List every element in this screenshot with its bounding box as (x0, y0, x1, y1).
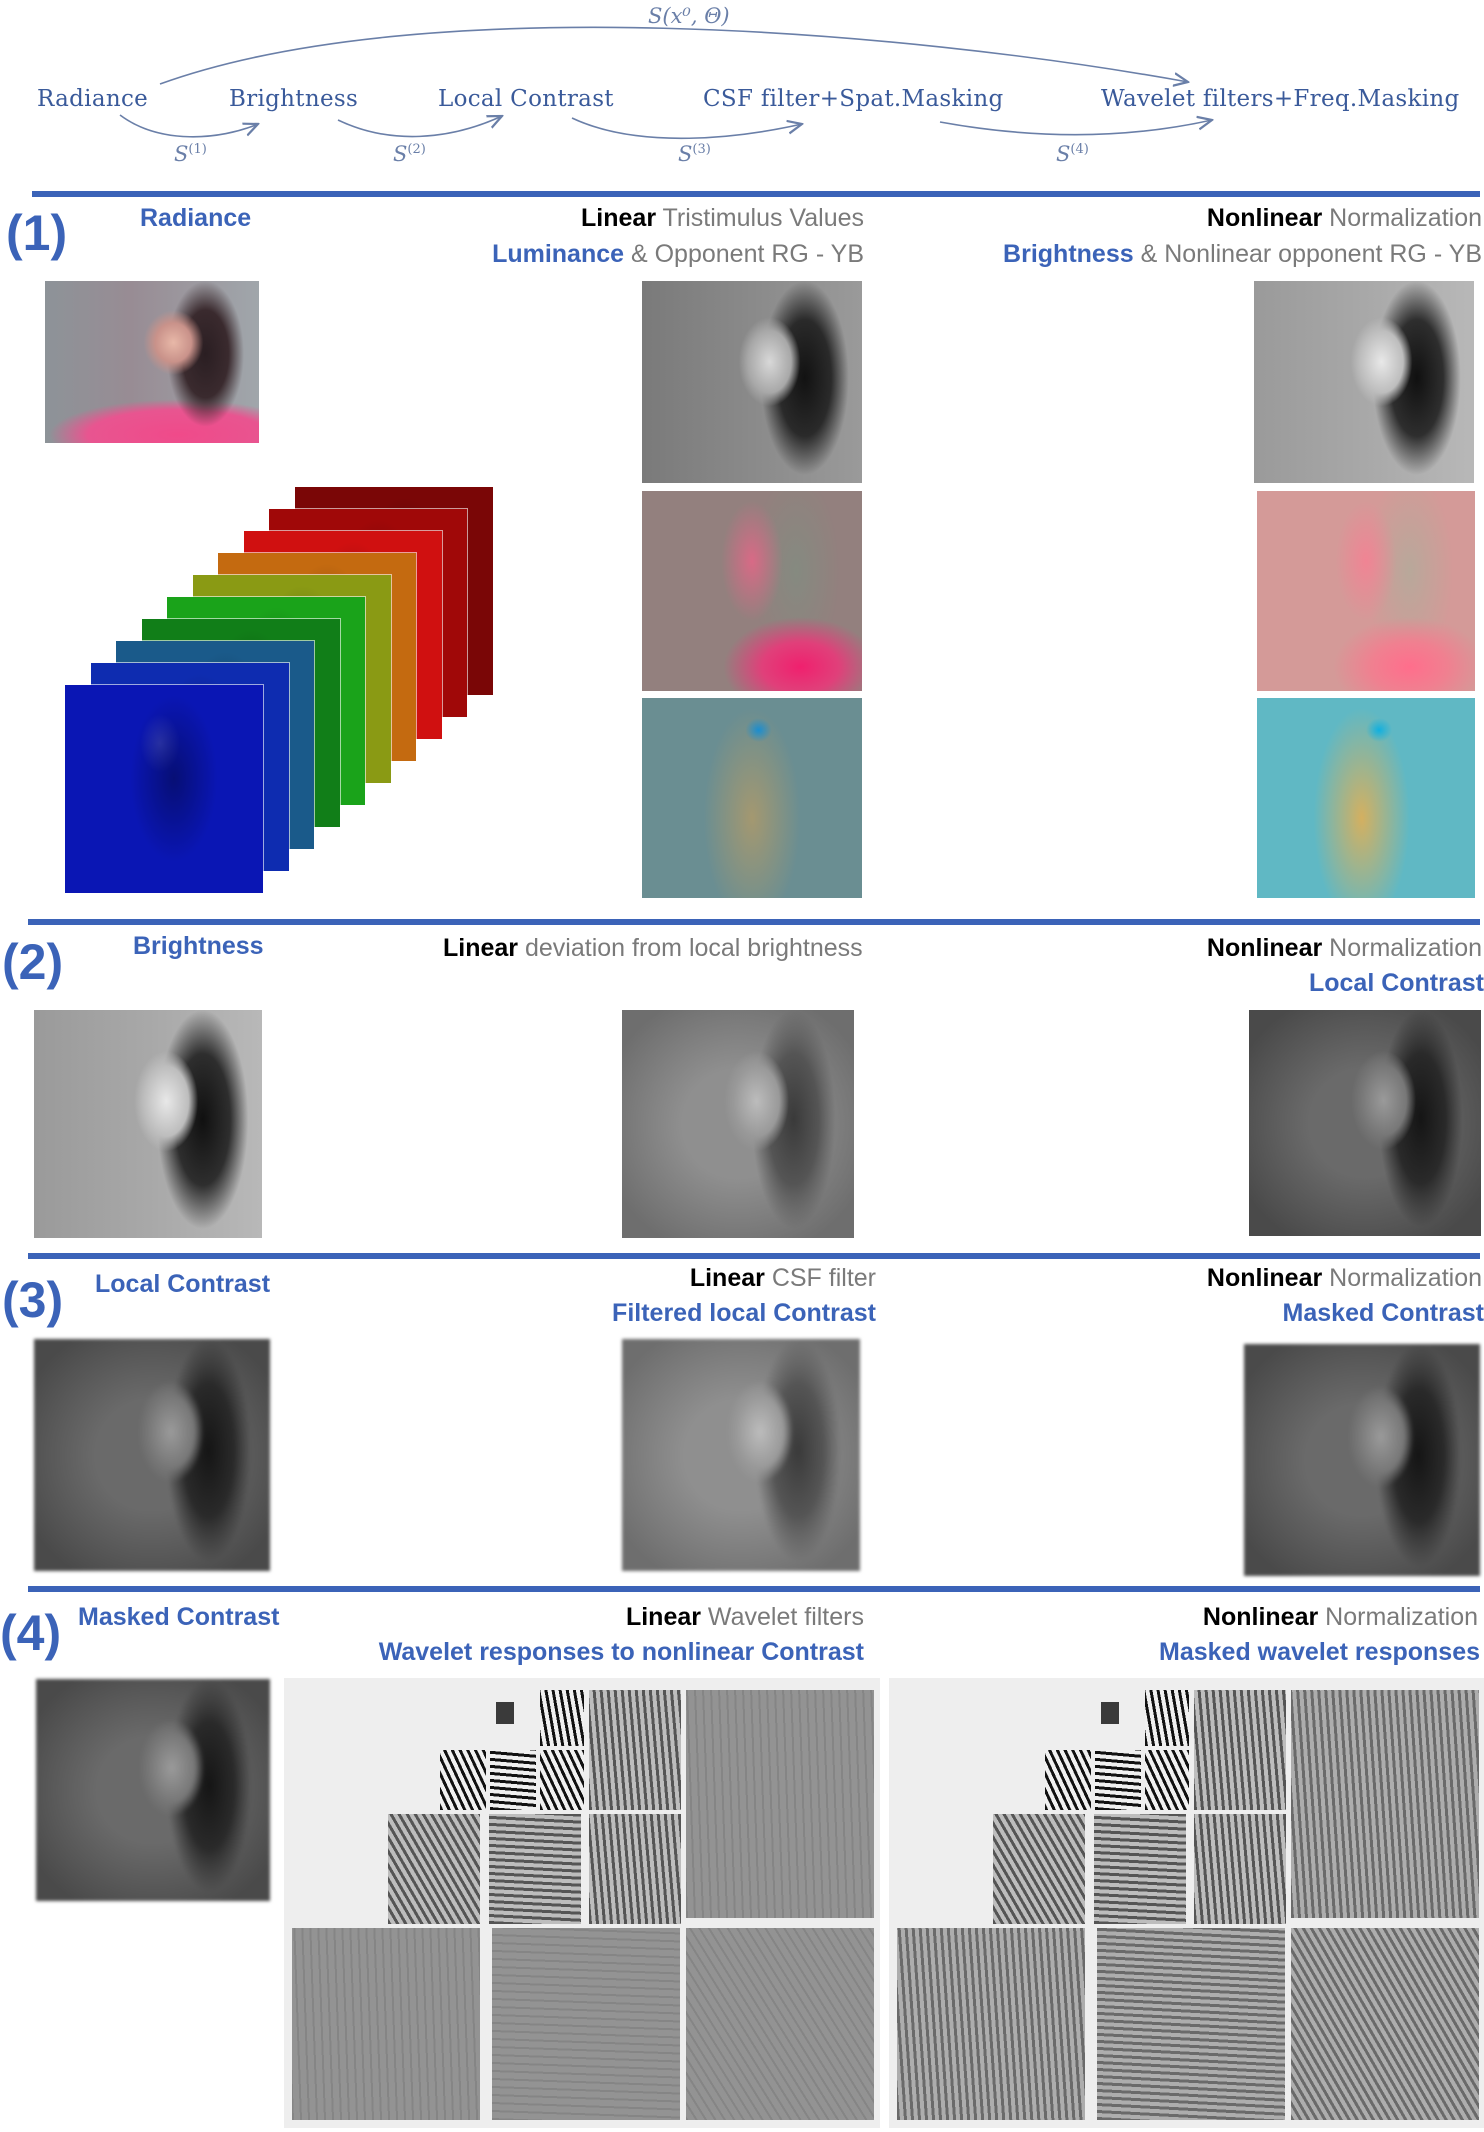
nonlinear-stage-title: Nonlinear Normalization (1206, 1264, 1482, 1292)
wavelet-subband (1145, 1690, 1189, 1746)
linear-stage-title: Linear Tristimulus Values (581, 204, 864, 232)
wavelet-subband (490, 1750, 536, 1810)
wavelet-subband (388, 1814, 480, 1924)
section-number: (4) (0, 1605, 62, 1661)
global-arrow (159, 26, 1188, 84)
wavelet-subband (589, 1814, 681, 1924)
arrow-s4 (939, 120, 1212, 136)
linear-stage-title: Linear CSF filter (689, 1264, 876, 1292)
wavelet-subband (686, 1690, 874, 1918)
wavelet-subband (540, 1750, 584, 1810)
linear-stage-title: Linear deviation from local brightness (443, 934, 863, 962)
input-label: Radiance (140, 204, 252, 232)
local-contrast-output-image (1249, 1010, 1481, 1236)
luminance-image (642, 281, 862, 483)
arrow-s2 (337, 116, 502, 138)
wavelet-subband (492, 1928, 680, 2120)
wavelet-pyramid-linear (284, 1678, 880, 2128)
wavelet-pyramid-masked (889, 1678, 1484, 2128)
stage-csf-spatial-masking: CSF filter+Spat.Masking (703, 86, 1004, 112)
linear-stage-title: Linear Wavelet filters (625, 1603, 864, 1631)
wavelet-subband (1291, 1690, 1479, 1918)
wavelet-subband (1095, 1750, 1141, 1810)
local-contrast-input-image (34, 1339, 270, 1571)
arrow-s1 (119, 114, 258, 138)
wavelet-subband (1291, 1928, 1479, 2120)
wavelet-subband (292, 1928, 480, 2120)
wavelet-subband (1045, 1750, 1091, 1810)
brightness-image (1254, 281, 1474, 483)
linear-output-label: Luminance & Opponent RG - YB (492, 240, 864, 268)
stage-local-contrast: Local Contrast (438, 86, 614, 112)
input-label: Local Contrast (95, 1270, 271, 1298)
nonlinear-stage-title: Nonlinear Normalization (1202, 1603, 1478, 1631)
opponent-yb-image (642, 698, 862, 898)
wavelet-subband (1094, 1814, 1186, 1924)
nonlinear-rg-image (1257, 491, 1475, 691)
nonlinear-output-label: Masked Contrast (1282, 1299, 1484, 1327)
wavelet-subband (1145, 1750, 1189, 1810)
global-operator-label: S(x⁰, Θ) (648, 4, 730, 28)
masked-contrast-input-image (36, 1679, 270, 1901)
section-separator (28, 1586, 1480, 1592)
section-number: (2) (2, 934, 64, 990)
nonlinear-yb-image (1257, 698, 1475, 898)
nonlinear-output-label: Masked wavelet responses (1159, 1638, 1480, 1666)
linear-output-label: Wavelet responses to nonlinear Contrast (378, 1638, 864, 1666)
masked-contrast-output-image (1244, 1344, 1480, 1576)
stage-radiance: Radiance (37, 86, 149, 112)
stage-brightness: Brightness (229, 86, 359, 112)
arrow-s3 (571, 117, 802, 140)
section-separator (32, 191, 1480, 197)
wavelet-subband (589, 1690, 681, 1810)
spectral-plane (65, 685, 263, 893)
wavelet-subband (1194, 1690, 1286, 1810)
nonlinear-output-label: Local Contrast (1308, 969, 1484, 997)
wavelet-lowpass-residual (1101, 1702, 1119, 1724)
stage-wavelet-freq-masking: Wavelet filters+Freq.Masking (1101, 86, 1460, 112)
opponent-rg-image (642, 491, 862, 691)
wavelet-subband (993, 1814, 1085, 1924)
nonlinear-stage-title: Nonlinear Normalization (1206, 204, 1482, 232)
radiance-color-image (45, 281, 259, 443)
wavelet-lowpass-residual (496, 1702, 514, 1724)
wavelet-subband (1194, 1814, 1286, 1924)
wavelet-subband (440, 1750, 486, 1810)
input-label: Masked Contrast (78, 1603, 280, 1631)
wavelet-subband (489, 1814, 581, 1924)
wavelet-subband (540, 1690, 584, 1746)
section-separator (28, 919, 1480, 925)
operator-s1: S(1) (174, 142, 207, 166)
wavelet-subband (1097, 1928, 1285, 2120)
operator-s3: S(3) (678, 142, 711, 166)
wavelet-subband (686, 1928, 874, 2120)
nonlinear-stage-title: Nonlinear Normalization (1206, 934, 1482, 962)
section-number: (3) (2, 1272, 64, 1328)
wavelet-subband (897, 1928, 1085, 2120)
linear-output-label: Filtered local Contrast (612, 1299, 876, 1327)
section-number: (1) (6, 205, 68, 261)
nonlinear-output-label: Brightness & Nonlinear opponent RG - YB (1003, 240, 1482, 268)
section-separator (28, 1253, 1480, 1259)
filtered-contrast-image (622, 1339, 860, 1571)
brightness-deviation-image (622, 1010, 854, 1238)
operator-s4: S(4) (1056, 142, 1089, 166)
input-label: Brightness (133, 932, 264, 960)
brightness-input-image (34, 1010, 262, 1238)
operator-s2: S(2) (393, 142, 426, 166)
